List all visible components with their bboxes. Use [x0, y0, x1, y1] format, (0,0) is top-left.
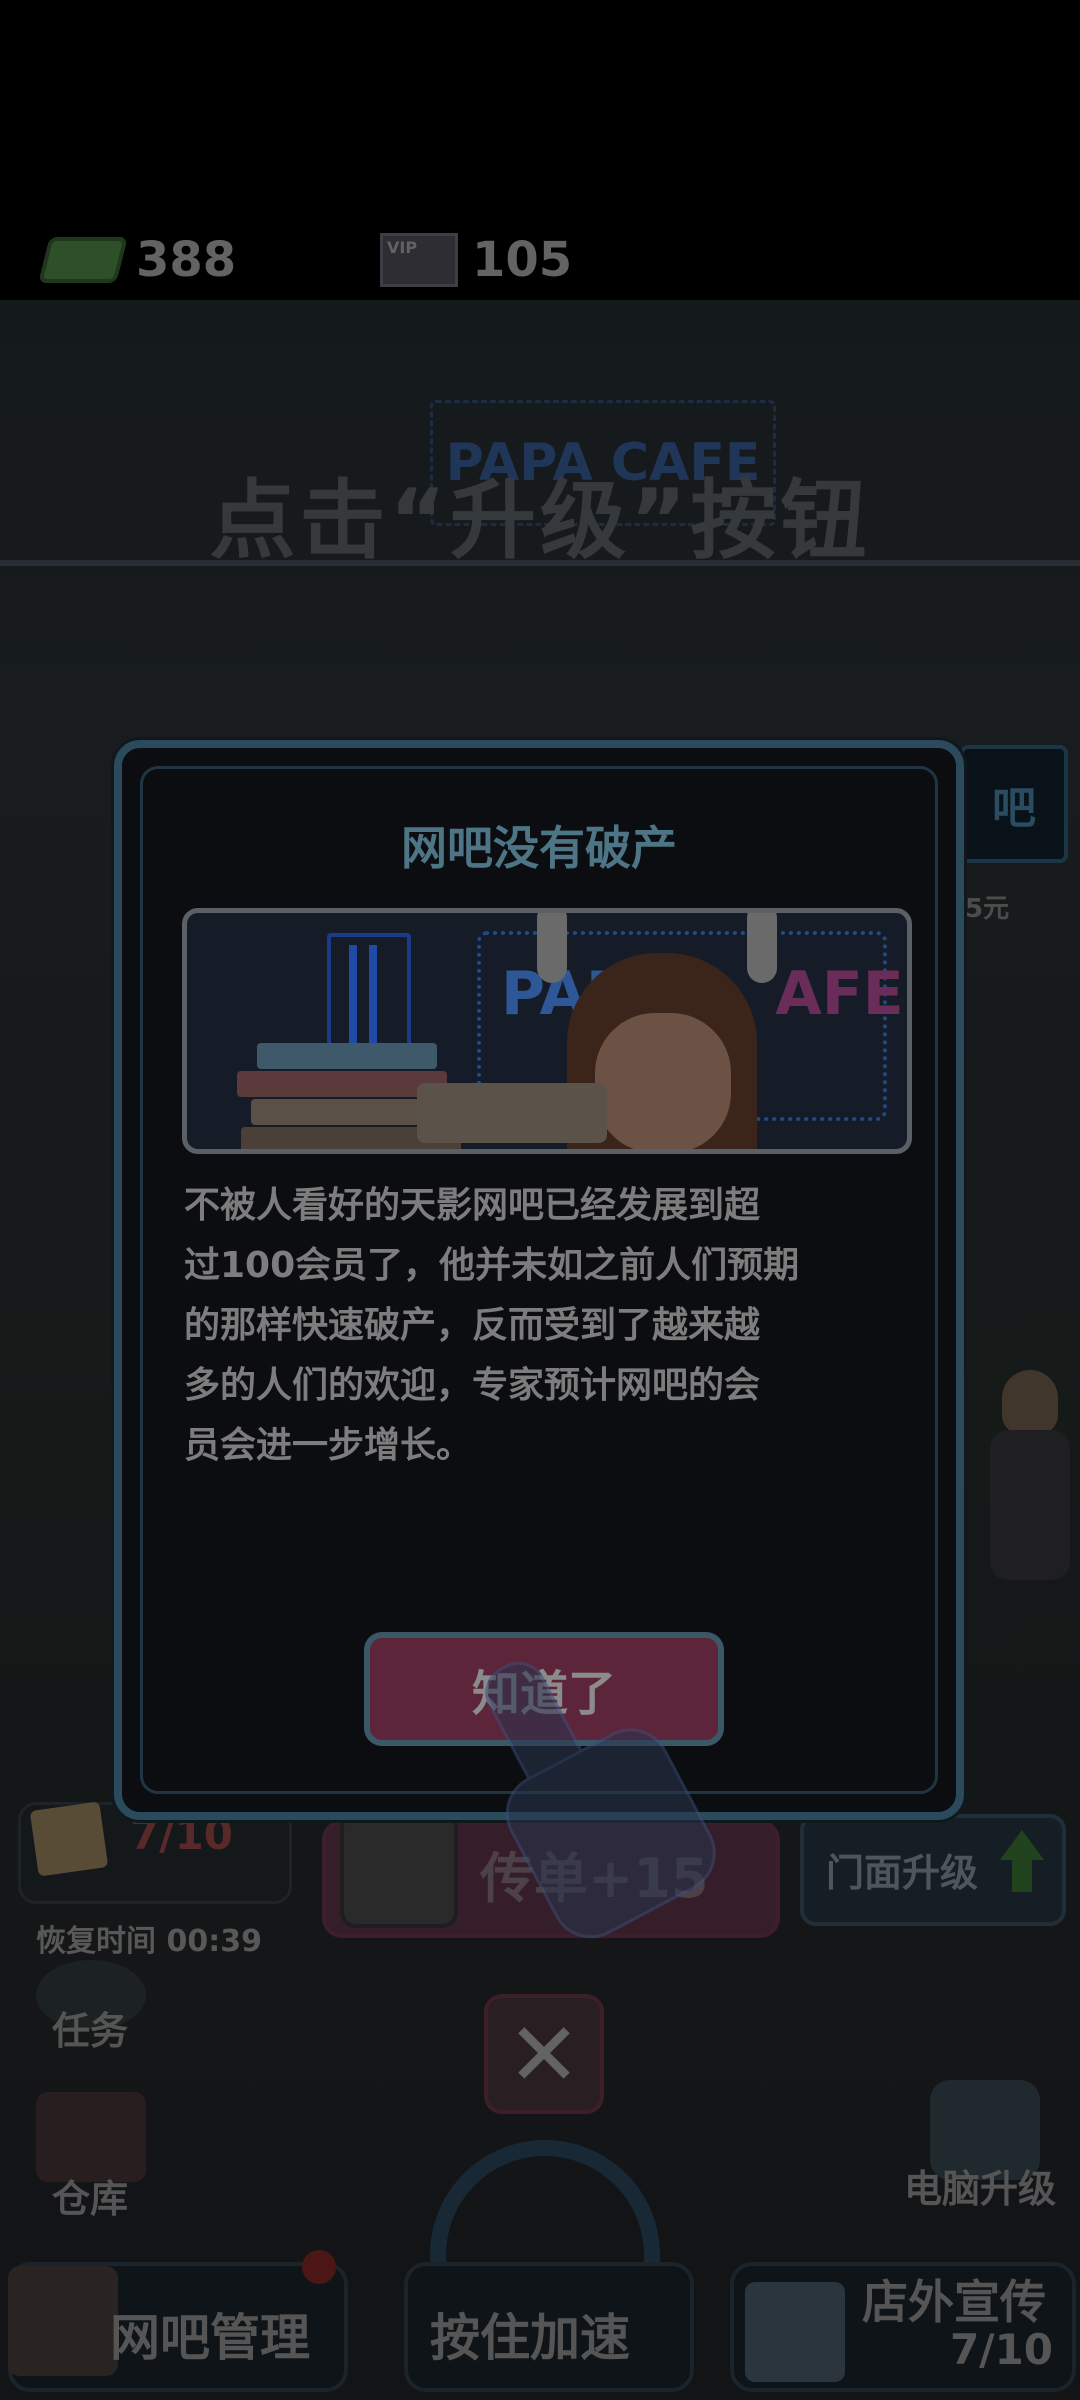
news-illustration: PAPA AFE [182, 908, 912, 1154]
bunny-ear-left [537, 913, 567, 983]
girl-face [595, 1013, 731, 1149]
dialog-title: 网吧没有破产 [401, 821, 677, 875]
paper-scroll-icon [417, 1083, 607, 1143]
neon-tube-icon [327, 933, 411, 1061]
bunny-ear-right [747, 913, 777, 983]
news-body-text: 不被人看好的天影网吧已经发展到超 过100会员了，他并未如之前人们预期 的那样快… [184, 1185, 800, 1466]
banner-sign-right: AFE [775, 959, 904, 1029]
